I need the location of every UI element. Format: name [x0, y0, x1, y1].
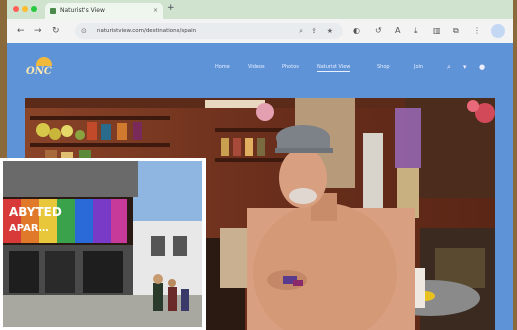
sun-icon	[36, 57, 52, 66]
download-icon[interactable]: ⤓	[414, 25, 418, 37]
minimize-window-icon[interactable]	[22, 6, 28, 12]
favicon-icon	[50, 8, 56, 14]
share-icon[interactable]: ⇪	[311, 23, 317, 39]
zoom-icon[interactable]: ⌕	[299, 23, 303, 39]
nav-home[interactable]: Home	[215, 64, 230, 70]
forward-button[interactable]: →	[34, 25, 42, 37]
nav-shop[interactable]: Shop	[377, 64, 390, 70]
browser-tab[interactable]: Naturist's View ×	[45, 3, 163, 19]
reload-button[interactable]: ↻	[52, 25, 60, 37]
svg-text:ABYTED: ABYTED	[9, 205, 62, 219]
logo-text: ONC	[26, 66, 52, 77]
back-button[interactable]: ←	[17, 25, 25, 37]
inset-photo-frame: ABYTED APAR…	[0, 158, 206, 330]
translate-icon[interactable]: A	[395, 25, 400, 37]
tab-title: Naturist's View	[60, 7, 105, 14]
star-icon[interactable]: ★	[327, 23, 333, 39]
tab-close-icon[interactable]: ×	[153, 3, 158, 19]
new-tab-button[interactable]: +	[167, 3, 175, 13]
search-icon[interactable]: ⌕	[447, 63, 451, 72]
account-icon[interactable]: ●	[479, 63, 485, 71]
svg-text:APAR…: APAR…	[9, 223, 49, 234]
menu-icon[interactable]: ⋮	[473, 25, 481, 37]
profile-icon[interactable]	[491, 24, 505, 38]
extension-icon[interactable]: ◐	[353, 25, 360, 37]
tab-strip: Naturist's View × +	[7, 0, 513, 19]
lock-icon: ⊙	[81, 27, 87, 35]
cart-icon[interactable]: ▾	[463, 63, 467, 71]
sidebar-icon[interactable]: ▥	[433, 25, 441, 37]
nav-videos[interactable]: Videos	[248, 64, 265, 70]
nav-photos[interactable]: Photos	[282, 64, 299, 70]
inset-photo: ABYTED APAR…	[3, 161, 202, 327]
nav-join[interactable]: Join	[414, 64, 423, 70]
address-bar[interactable]: ⊙ naturistview.com/destinations/spain ⌕ …	[75, 23, 343, 39]
url-text: naturistview.com/destinations/spain	[97, 28, 197, 34]
close-window-icon[interactable]	[13, 6, 19, 12]
nav-naturist-view[interactable]: Naturist View	[317, 64, 351, 72]
extensions-icon[interactable]: ⧉	[453, 25, 459, 37]
maximize-window-icon[interactable]	[31, 6, 37, 12]
browser-toolbar: ← → ↻ ⊙ naturistview.com/destinations/sp…	[7, 19, 513, 44]
history-icon[interactable]: ↺	[375, 25, 382, 37]
site-logo[interactable]: ONC	[26, 55, 64, 85]
street-storefront-image: ABYTED APAR…	[3, 161, 202, 327]
